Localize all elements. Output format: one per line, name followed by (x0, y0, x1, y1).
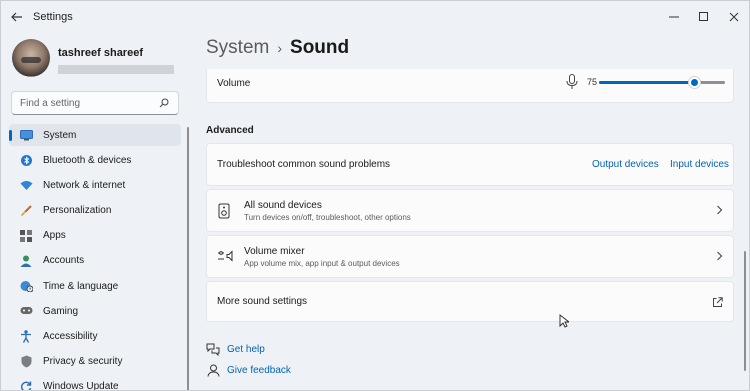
brush-icon (19, 204, 33, 218)
accessibility-icon (19, 330, 33, 344)
give-feedback-link[interactable]: Give feedback (227, 365, 291, 376)
sidebar-scrollbar[interactable] (187, 127, 189, 390)
sidebar-item-apps[interactable]: Apps (9, 225, 181, 247)
get-help-link[interactable]: Get help (227, 344, 265, 355)
apps-icon (19, 229, 33, 243)
window-controls (659, 1, 749, 33)
person-icon (19, 254, 33, 268)
sidebar-item-bluetooth[interactable]: Bluetooth & devices (9, 149, 181, 171)
breadcrumb-parent[interactable]: System (206, 37, 269, 59)
close-button[interactable] (719, 1, 749, 33)
sidebar-item-label: Time & language (43, 280, 119, 292)
all-sound-devices-subtitle: Turn devices on/off, troubleshoot, other… (244, 213, 411, 222)
profile-email-redacted (58, 65, 174, 74)
main-scrollbar[interactable] (744, 251, 746, 371)
maximize-icon (699, 12, 708, 21)
volume-slider-thumb[interactable] (688, 77, 700, 88)
sidebar-item-personalization[interactable]: Personalization (9, 200, 181, 222)
sidebar-item-label: Accessibility (43, 331, 98, 342)
maximize-button[interactable] (689, 1, 719, 33)
chevron-right-icon (716, 204, 723, 218)
minimize-button[interactable] (659, 1, 689, 33)
get-help-row[interactable]: Get help (206, 342, 265, 356)
volume-mixer-row[interactable]: Volume mixer App volume mix, app input &… (206, 235, 734, 278)
more-sound-settings-row[interactable]: More sound settings (206, 281, 734, 322)
sidebar-item-label: Personalization (43, 205, 112, 217)
sidebar-item-label: Apps (43, 230, 66, 242)
user-profile[interactable]: tashreef shareef (12, 39, 174, 77)
breadcrumb: System › Sound (206, 37, 349, 59)
volume-card: Volume 75 (206, 69, 734, 103)
globe-clock-icon (19, 279, 33, 293)
volume-mixer-icon (218, 249, 233, 265)
more-sound-settings-label: More sound settings (217, 296, 308, 307)
app-title: Settings (33, 11, 73, 23)
advanced-heading: Advanced (206, 125, 254, 136)
chevron-right-icon (716, 250, 723, 264)
feedback-icon (206, 363, 220, 377)
all-sound-devices-row[interactable]: All sound devices Turn devices on/off, t… (206, 189, 734, 232)
main-content: System › Sound Volume 75 Advanced Troubl… (206, 33, 734, 390)
sidebar-item-label: Gaming (43, 305, 79, 317)
open-external-icon (712, 295, 723, 307)
sidebar-item-gaming[interactable]: Gaming (9, 300, 181, 322)
give-feedback-row[interactable]: Give feedback (206, 363, 291, 377)
back-button[interactable] (1, 1, 33, 33)
settings-window: Settings tashreef shareef Find a setting… (0, 0, 750, 391)
profile-name: tashreef shareef (58, 47, 143, 59)
input-devices-link[interactable]: Input devices (670, 159, 729, 170)
volume-mixer-title: Volume mixer (244, 246, 305, 257)
title-bar: Settings (1, 1, 749, 33)
speaker-device-icon (218, 203, 232, 219)
shield-icon (19, 355, 33, 369)
volume-label: Volume (217, 78, 251, 89)
sidebar-item-network[interactable]: Network & internet (9, 174, 181, 196)
breadcrumb-separator: › (277, 40, 283, 56)
gamepad-icon (19, 304, 33, 318)
mouse-cursor-icon (559, 314, 571, 328)
output-devices-link[interactable]: Output devices (592, 159, 659, 170)
search-icon[interactable] (158, 97, 170, 109)
sidebar-item-privacy[interactable]: Privacy & security (9, 351, 181, 373)
wifi-icon (19, 178, 33, 192)
volume-slider-fill (599, 81, 694, 84)
search-input[interactable] (20, 97, 158, 109)
sidebar-item-label: Windows Update (43, 381, 119, 391)
sidebar-item-time-language[interactable]: Time & language (9, 275, 181, 297)
sidebar-item-label: Network & internet (43, 179, 126, 191)
sidebar-item-accounts[interactable]: Accounts (9, 250, 181, 272)
sidebar-item-accessibility[interactable]: Accessibility (9, 326, 181, 348)
volume-mixer-subtitle: App volume mix, app input & output devic… (244, 259, 400, 268)
troubleshoot-label: Troubleshoot common sound problems (217, 159, 391, 170)
sidebar-item-system[interactable]: System (9, 124, 181, 146)
search-box[interactable] (11, 91, 179, 115)
page-title: Sound (290, 37, 350, 58)
sidebar-item-windows-update[interactable]: Windows Update (9, 376, 181, 391)
speaker-mute-icon[interactable] (566, 74, 578, 90)
troubleshoot-card: Troubleshoot common sound problems Outpu… (206, 143, 734, 186)
bluetooth-icon (19, 153, 33, 167)
sidebar-item-label: System (43, 129, 77, 141)
all-sound-devices-title: All sound devices (244, 200, 322, 211)
sidebar-item-label: Privacy & security (43, 356, 123, 368)
get-help-icon (206, 342, 220, 356)
sidebar-item-label: Accounts (43, 255, 85, 267)
back-arrow-icon (11, 12, 22, 22)
sidebar-nav: System Bluetooth & devices Network & int… (9, 124, 181, 391)
sidebar-item-label: Bluetooth & devices (43, 154, 132, 166)
close-icon (729, 12, 739, 22)
avatar (12, 39, 50, 77)
monitor-icon (19, 128, 33, 142)
minimize-icon (669, 16, 679, 18)
sidebar: tashreef shareef System Bluetooth & d (1, 33, 191, 391)
volume-value: 75 (587, 77, 598, 87)
volume-slider[interactable] (599, 77, 725, 88)
update-icon (19, 380, 33, 390)
